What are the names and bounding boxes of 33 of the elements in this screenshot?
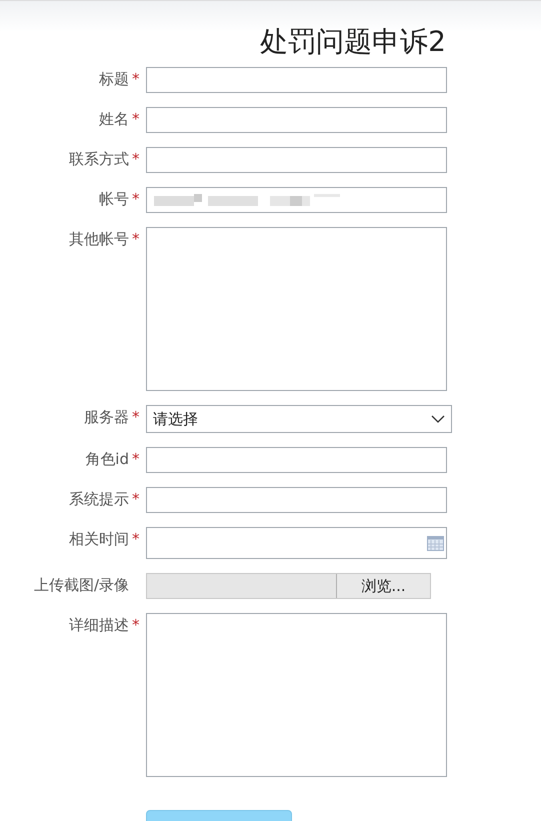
text-field[interactable] — [146, 447, 447, 473]
field-label: 其他帐号 — [69, 229, 129, 250]
form-title: 处罚问题申诉2 — [260, 24, 446, 60]
field-label: 姓名 — [99, 109, 129, 130]
required-mark: * — [132, 149, 140, 170]
required-mark: * — [132, 449, 140, 470]
date-field[interactable] — [146, 527, 447, 559]
required-mark: * — [132, 615, 140, 636]
field-label: 角色id — [85, 449, 129, 470]
calendar-icon — [427, 536, 444, 550]
field-label: 详细描述 — [69, 615, 129, 636]
required-mark: * — [132, 189, 140, 210]
field-label: 帐号 — [99, 189, 129, 210]
file-upload-field[interactable]: 浏览... — [146, 573, 431, 599]
required-mark: * — [132, 109, 140, 130]
chevron-down-icon — [431, 415, 445, 423]
text-field[interactable] — [146, 67, 447, 93]
server-dropdown[interactable]: 请选择 — [146, 405, 452, 433]
required-mark: * — [132, 229, 140, 250]
text-field[interactable] — [146, 487, 447, 513]
required-mark: * — [132, 489, 140, 510]
field-label: 服务器 — [84, 407, 129, 428]
field-label: 上传截图/录像 — [34, 575, 129, 596]
field-label: 联系方式 — [69, 149, 129, 170]
required-mark: * — [132, 529, 140, 550]
field-label: 相关时间 — [69, 529, 129, 550]
field-label: 系统提示 — [69, 489, 129, 510]
field-label: 标题 — [99, 69, 129, 90]
required-mark: * — [132, 69, 140, 90]
text-field[interactable] — [146, 187, 447, 213]
text-field[interactable] — [146, 147, 447, 173]
text-field[interactable] — [146, 107, 447, 133]
required-mark: * — [132, 407, 140, 428]
